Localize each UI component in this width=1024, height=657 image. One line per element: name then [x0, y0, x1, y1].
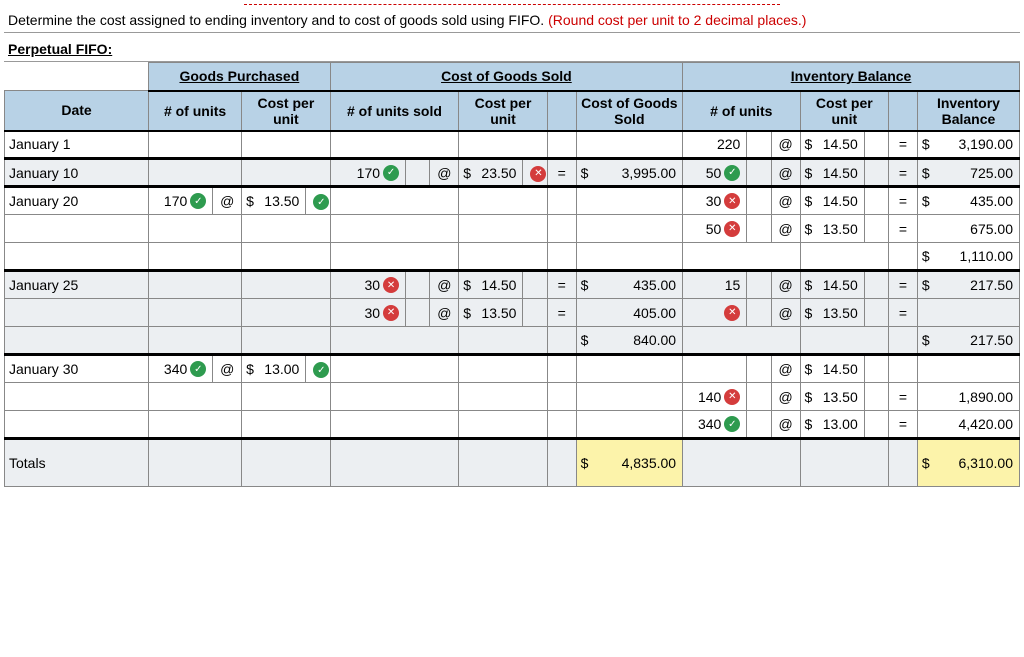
check-icon: ✓: [190, 361, 206, 377]
jan20-inv-subtotal: $1,110.00: [917, 243, 1019, 271]
jan20-inv1-cpu[interactable]: $14.50: [800, 187, 864, 215]
jan30-inv3-cpu[interactable]: $13.00: [800, 411, 864, 439]
jan20-inv2-cpu[interactable]: $13.50: [800, 215, 864, 243]
jan25-s2-units[interactable]: 30✕: [330, 299, 405, 327]
jan25-s2-amt: 405.00: [576, 299, 682, 327]
x-icon: ✕: [724, 221, 740, 237]
jan25-cogs-sub: $840.00: [576, 327, 682, 355]
col-sold-units: # of units sold: [330, 91, 459, 131]
row-jan25-date: January 25: [5, 271, 149, 299]
jan20-inv1-units[interactable]: 30✕: [683, 187, 747, 215]
header-goods: Goods Purchased: [149, 63, 331, 91]
x-icon: ✕: [724, 389, 740, 405]
jan25-s2-cpu[interactable]: $13.50: [459, 299, 523, 327]
header-inventory: Inventory Balance: [683, 63, 1020, 91]
method-title: Perpetual FIFO:: [4, 33, 1020, 62]
check-icon: ✓: [724, 165, 740, 181]
row-jan10-date: January 10: [5, 159, 149, 187]
jan30-inv3-bal: 4,420.00: [917, 411, 1019, 439]
jan20-inv2-units[interactable]: 50✕: [683, 215, 747, 243]
row-jan1-date: January 1: [5, 131, 149, 159]
col-inv-cpu: Cost per unit: [800, 91, 889, 131]
jan25-s1-amt: $435.00: [576, 271, 682, 299]
col-buy-units: # of units: [149, 91, 242, 131]
x-icon: ✕: [724, 305, 740, 321]
check-icon: ✓: [383, 165, 399, 181]
jan30-inv2-bal: 1,890.00: [917, 383, 1019, 411]
jan30-buy-units[interactable]: 340✓: [149, 355, 213, 383]
col-buy-cpu: Cost per unit: [242, 91, 331, 131]
col-inv-units: # of units: [683, 91, 800, 131]
jan10-inv-bal[interactable]: $725.00: [917, 159, 1019, 187]
jan20-inv2-bal: 675.00: [917, 215, 1019, 243]
jan30-inv2-cpu[interactable]: $13.50: [800, 383, 864, 411]
check-icon: ✓: [313, 362, 329, 378]
jan25-inv-sub: $217.50: [917, 327, 1019, 355]
check-icon: ✓: [313, 194, 329, 210]
totals-inv: $6,310.00: [917, 439, 1019, 487]
row-jan20-date: January 20: [5, 187, 149, 215]
x-icon: ✕: [530, 166, 546, 182]
jan25-inv1-bal[interactable]: $217.50: [917, 271, 1019, 299]
check-icon: ✓: [724, 416, 740, 432]
header-cogs: Cost of Goods Sold: [330, 63, 682, 91]
jan25-inv2-cpu[interactable]: $13.50: [800, 299, 864, 327]
jan30-inv2-units[interactable]: 140✕: [683, 383, 747, 411]
col-cogs-amt: Cost of Goods Sold: [576, 91, 682, 131]
jan1-inv-units[interactable]: 220: [683, 131, 747, 159]
jan30-buy-cpu[interactable]: $13.00: [242, 355, 306, 383]
totals-cogs: $4,835.00: [576, 439, 682, 487]
x-icon: ✕: [724, 193, 740, 209]
x-icon: ✕: [383, 305, 399, 321]
jan30-inv1-cpu[interactable]: $14.50: [800, 355, 864, 383]
jan10-cogs: $3,995.00: [576, 159, 682, 187]
col-date: Date: [5, 91, 149, 131]
jan1-inv-bal[interactable]: $3,190.00: [917, 131, 1019, 159]
check-icon: ✓: [190, 193, 206, 209]
col-sold-cpu: Cost per unit: [459, 91, 548, 131]
jan1-inv-cpu[interactable]: $14.50: [800, 131, 864, 159]
jan25-inv2-units[interactable]: ✕: [683, 299, 747, 327]
row-totals: Totals: [5, 439, 149, 487]
jan25-inv1-cpu[interactable]: $14.50: [800, 271, 864, 299]
jan30-inv3-units[interactable]: 340✓: [683, 411, 747, 439]
jan25-s1-cpu[interactable]: $14.50: [459, 271, 523, 299]
jan20-buy-cpu[interactable]: $13.50: [242, 187, 306, 215]
jan20-inv1-bal[interactable]: $435.00: [917, 187, 1019, 215]
jan20-buy-units[interactable]: 170✓: [149, 187, 213, 215]
fifo-table: Goods Purchased Cost of Goods Sold Inven…: [4, 62, 1020, 487]
jan10-sold-units[interactable]: 170✓: [330, 159, 405, 187]
jan10-inv-cpu[interactable]: $14.50: [800, 159, 864, 187]
jan25-inv1-units[interactable]: 15: [683, 271, 747, 299]
x-icon: ✕: [383, 277, 399, 293]
row-jan30-date: January 30: [5, 355, 149, 383]
jan10-sold-cpu[interactable]: $23.50: [459, 159, 523, 187]
instruction-text: Determine the cost assigned to ending in…: [4, 6, 1020, 33]
jan10-inv-units[interactable]: 50✓: [683, 159, 747, 187]
col-inv-bal: Inventory Balance: [917, 91, 1019, 131]
jan25-s1-units[interactable]: 30✕: [330, 271, 405, 299]
